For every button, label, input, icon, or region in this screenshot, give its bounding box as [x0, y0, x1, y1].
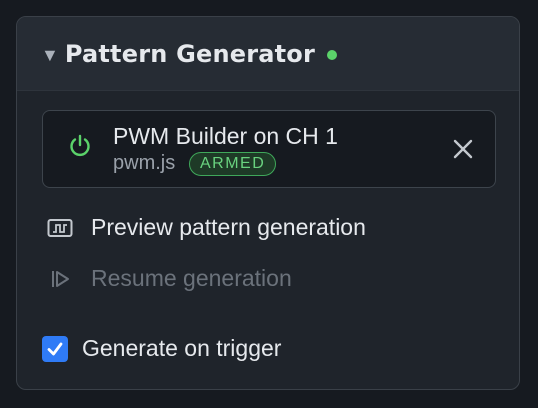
status-dot [327, 50, 338, 60]
resume-generation-button[interactable]: Resume generation [47, 265, 292, 292]
resume-generation-label: Resume generation [91, 265, 292, 291]
panel-header[interactable]: ▼ Pattern Generator [17, 17, 519, 91]
collapse-chevron-icon[interactable]: ▼ [41, 45, 59, 66]
generate-on-trigger-checkbox[interactable] [42, 335, 68, 362]
preview-pattern-label: Preview pattern generation [91, 214, 366, 240]
waveform-icon [47, 218, 73, 237]
script-filename: pwm.js [113, 152, 176, 174]
pattern-generator-panel: ▼ Pattern Generator PWM Builder on CH 1 … [16, 16, 520, 390]
generate-on-trigger-row[interactable]: Generate on trigger [42, 335, 281, 362]
preview-pattern-button[interactable]: Preview pattern generation [47, 214, 366, 241]
play-icon [52, 270, 69, 287]
generate-on-trigger-label: Generate on trigger [82, 335, 282, 361]
armed-status-badge: ARMED [189, 152, 277, 176]
close-icon[interactable] [453, 139, 473, 159]
power-icon [70, 134, 90, 157]
script-card: PWM Builder on CH 1 pwm.js ARMED [42, 110, 496, 188]
checkmark-icon [47, 342, 63, 355]
script-title: PWM Builder on CH 1 [113, 123, 338, 149]
panel-title: Pattern Generator [64, 39, 316, 68]
